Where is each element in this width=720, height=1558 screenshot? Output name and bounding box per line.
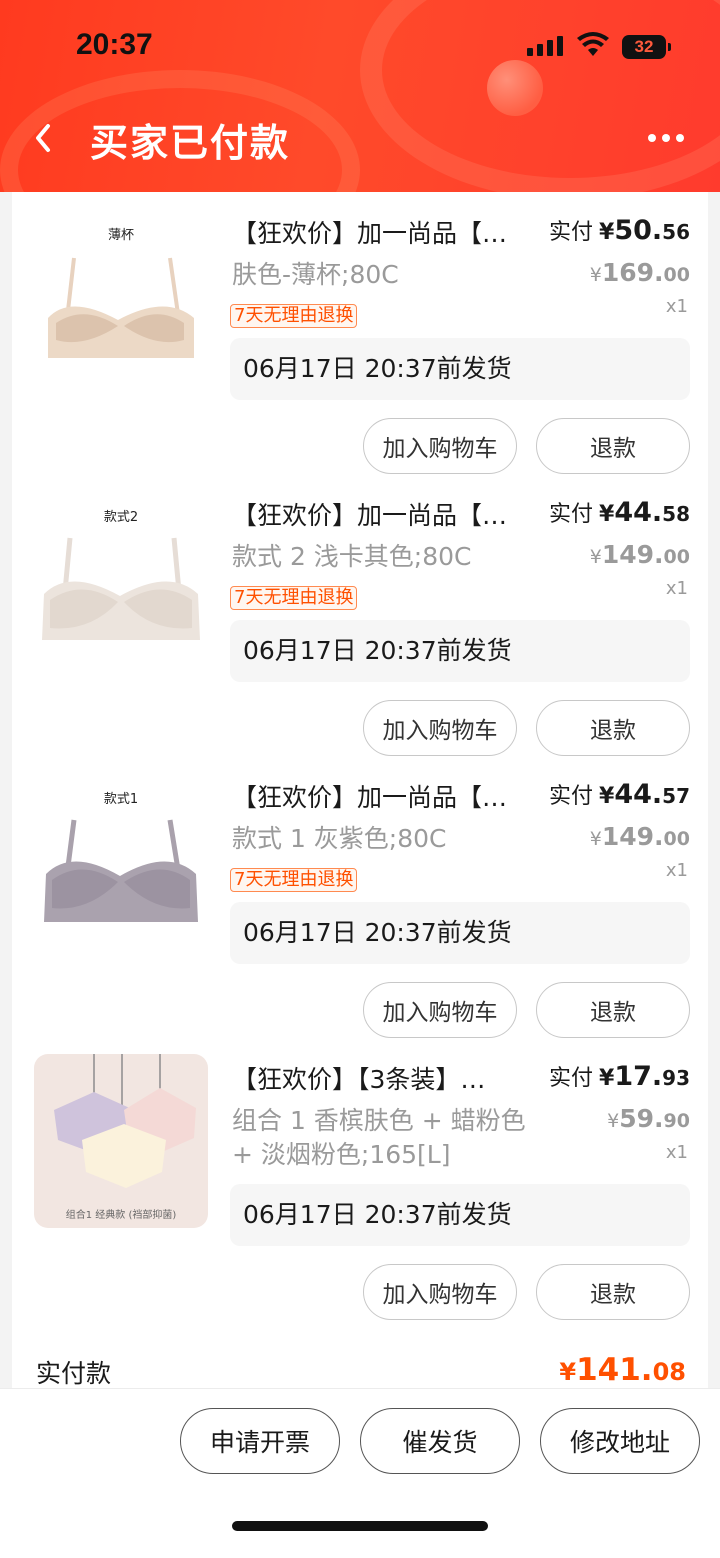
price-dec: 00 <box>663 546 690 568</box>
currency-symbol: ¥ <box>607 1110 620 1132</box>
battery-icon: 32 <box>622 35 671 59</box>
product-title[interactable]: 【狂欢价】【3条装】… <box>232 1060 552 1096</box>
paid-price: 实付 ¥50.56 <box>549 214 690 246</box>
paid-price: 实付 ¥44.58 <box>549 496 690 528</box>
paid-label: 实付 <box>548 502 593 527</box>
order-card: 薄杯 【狂欢价】加一尚品【… 实付 ¥50.56 肤色-薄杯;80C ¥169.0… <box>12 192 708 1412</box>
total-label: 实付款 <box>36 1359 112 1388</box>
home-indicator <box>232 1521 488 1531</box>
add-to-cart-button[interactable]: 加入购物车 <box>363 418 517 474</box>
product-sku: 款式 2 浅卡其色;80C <box>232 542 472 571</box>
original-price: ¥149.00 <box>590 822 690 851</box>
signal-icon <box>527 36 563 56</box>
return-policy-badge: 7天无理由退换 <box>230 868 358 892</box>
page-title: 买家已付款 <box>90 121 291 165</box>
price-int: 59. <box>619 1104 664 1133</box>
order-item: 款式1 【狂欢价】加一尚品【… 实付 ¥44.57 款式 1 灰紫色;80C ¥1… <box>12 756 708 1038</box>
original-price: ¥169.00 <box>590 258 690 287</box>
product-title[interactable]: 【狂欢价】加一尚品【… <box>232 496 552 532</box>
more-icon[interactable] <box>648 134 684 142</box>
thumb-label: 组合1 经典款 (裆部抑菌) <box>65 1210 177 1221</box>
order-item: 薄杯 【狂欢价】加一尚品【… 实付 ¥50.56 肤色-薄杯;80C ¥169.0… <box>12 192 708 474</box>
original-price: ¥59.90 <box>607 1104 690 1133</box>
back-arrow-icon[interactable] <box>30 120 60 156</box>
return-policy-badge: 7天无理由退换 <box>230 586 358 610</box>
ship-deadline: 06月17日 20:37前发货 <box>230 338 690 400</box>
quantity: x1 <box>665 296 688 317</box>
price-dec: 57 <box>662 784 690 808</box>
total-int: 141. <box>576 1352 653 1388</box>
price-int: 169. <box>601 258 664 287</box>
currency-symbol: ¥ <box>589 828 602 850</box>
currency-symbol: ¥ <box>599 220 615 245</box>
ship-deadline: 06月17日 20:37前发货 <box>230 902 690 964</box>
price-int: 17. <box>614 1061 663 1092</box>
product-title[interactable]: 【狂欢价】加一尚品【… <box>232 778 552 814</box>
paid-price: 实付 ¥17.93 <box>549 1060 690 1092</box>
ship-deadline: 06月17日 20:37前发货 <box>230 1184 690 1246</box>
header-banner: 20:37 32 买家已付款 <box>0 0 720 192</box>
add-to-cart-button[interactable]: 加入购物车 <box>363 982 517 1038</box>
currency-symbol: ¥ <box>599 502 615 527</box>
original-price: ¥149.00 <box>590 540 690 569</box>
paid-price: 实付 ¥44.57 <box>549 778 690 810</box>
quantity: x1 <box>665 1142 688 1163</box>
price-dec: 58 <box>662 502 690 526</box>
return-policy-badge: 7天无理由退换 <box>230 304 358 328</box>
product-sku: 肤色-薄杯;80C <box>232 260 399 289</box>
product-image[interactable]: 款式2 <box>34 490 208 664</box>
product-title[interactable]: 【狂欢价】加一尚品【… <box>232 214 552 250</box>
currency-symbol: ¥ <box>589 546 602 568</box>
status-time: 20:37 <box>76 28 153 61</box>
status-bar: 20:37 32 <box>0 0 720 96</box>
price-dec: 00 <box>663 828 690 850</box>
request-invoice-button[interactable]: 申请开票 <box>180 1408 340 1474</box>
wifi-icon <box>577 32 609 56</box>
paid-label: 实付 <box>548 220 593 245</box>
refund-button[interactable]: 退款 <box>536 700 690 756</box>
refund-button[interactable]: 退款 <box>536 1264 690 1320</box>
product-image[interactable]: 组合1 经典款 (裆部抑菌) <box>34 1054 208 1228</box>
price-dec: 00 <box>663 264 690 286</box>
product-sku: 款式 1 灰紫色;80C <box>232 824 447 853</box>
refund-button[interactable]: 退款 <box>536 418 690 474</box>
ship-deadline: 06月17日 20:37前发货 <box>230 620 690 682</box>
order-item: 款式2 【狂欢价】加一尚品【… 实付 ¥44.58 款式 2 浅卡其色;80C ¥… <box>12 474 708 756</box>
price-dec: 93 <box>662 1066 690 1090</box>
urge-shipping-button[interactable]: 催发货 <box>360 1408 520 1474</box>
price-int: 44. <box>614 779 663 810</box>
product-image[interactable]: 款式1 <box>34 772 208 946</box>
refund-button[interactable]: 退款 <box>536 982 690 1038</box>
order-item: 组合1 经典款 (裆部抑菌) 【狂欢价】【3条装】… 实付 ¥17.93 组合 1… <box>12 1038 708 1320</box>
quantity: x1 <box>665 860 688 881</box>
edit-address-button[interactable]: 修改地址 <box>540 1408 700 1474</box>
price-dec: 56 <box>662 220 690 244</box>
quantity: x1 <box>665 578 688 599</box>
paid-label: 实付 <box>548 784 593 809</box>
currency-symbol: ¥ <box>599 784 615 809</box>
price-int: 149. <box>601 822 664 851</box>
add-to-cart-button[interactable]: 加入购物车 <box>363 1264 517 1320</box>
price-int: 149. <box>601 540 664 569</box>
currency-symbol: ¥ <box>559 1358 577 1386</box>
product-sku: 组合 1 香槟肤色 + 蜡粉色 + 淡烟粉色;165[L] <box>232 1106 526 1169</box>
price-int: 44. <box>614 497 663 528</box>
total-dec: 08 <box>652 1358 686 1386</box>
currency-symbol: ¥ <box>589 264 602 286</box>
add-to-cart-button[interactable]: 加入购物车 <box>363 700 517 756</box>
bottom-action-bar: 申请开票 催发货 修改地址 <box>0 1388 720 1558</box>
total-amount: ¥141.08 <box>559 1352 686 1388</box>
price-dec: 90 <box>663 1110 690 1132</box>
product-image[interactable]: 薄杯 <box>34 208 208 382</box>
paid-label: 实付 <box>548 1066 593 1091</box>
price-int: 50. <box>614 215 663 246</box>
currency-symbol: ¥ <box>599 1066 615 1091</box>
